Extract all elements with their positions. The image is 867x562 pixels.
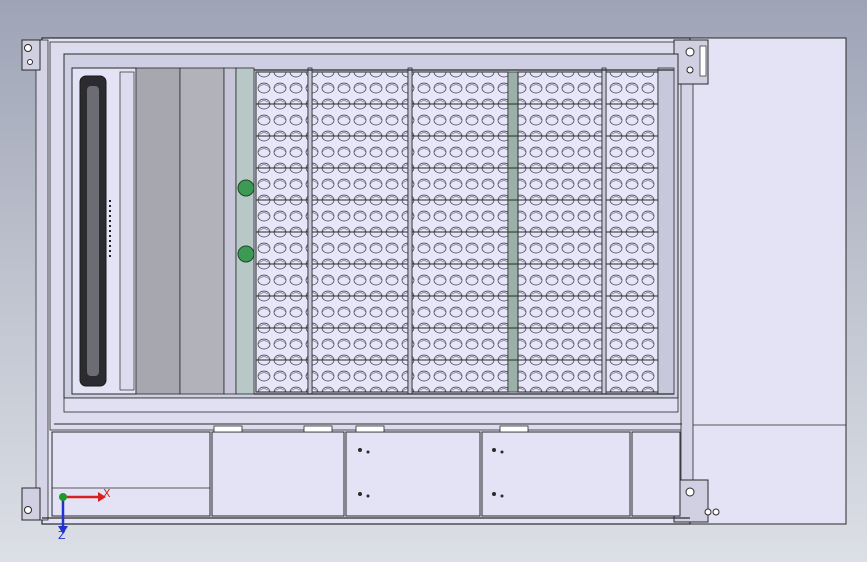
right-side-panel — [689, 37, 847, 525]
cad-viewport[interactable]: X Z — [0, 0, 867, 562]
upper-bay-lower-rail — [63, 397, 679, 413]
psu-handle-inner — [87, 86, 99, 376]
lower-bay-5 — [631, 431, 681, 517]
axis-x-label: X — [103, 487, 111, 500]
lower-bay-4 — [481, 431, 631, 517]
mounting-ear-top-right — [673, 39, 709, 85]
blank-panel-1 — [135, 67, 181, 395]
mounting-ear-top-left — [21, 39, 41, 71]
left-rail — [35, 39, 49, 521]
right-rail — [680, 59, 694, 521]
psu-module — [71, 67, 137, 395]
mounting-ear-bottom-left — [21, 487, 41, 521]
blank-panel-3 — [223, 67, 237, 395]
axis-z-label: Z — [58, 529, 66, 542]
fan-column — [235, 67, 255, 395]
lower-bay-3 — [345, 431, 481, 517]
lower-bay-1 — [51, 431, 211, 517]
lower-bay-2 — [211, 431, 345, 517]
blank-panel-2 — [179, 67, 225, 395]
fan-1 — [237, 179, 255, 197]
rack-model-drawing[interactable] — [0, 0, 867, 562]
fan-2 — [237, 245, 255, 263]
lower-compartments — [51, 431, 681, 517]
